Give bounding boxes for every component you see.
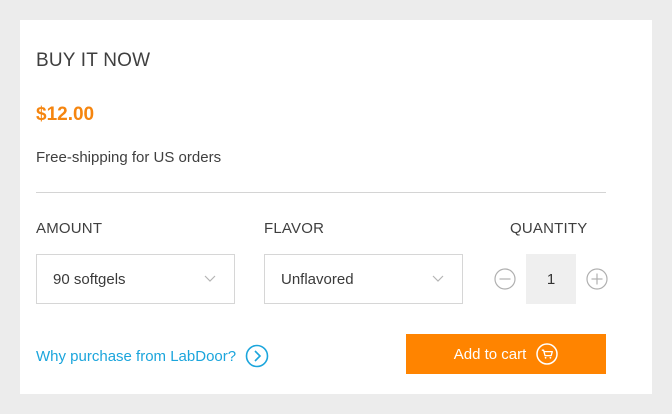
divider xyxy=(36,192,606,193)
why-purchase-link[interactable]: Why purchase from LabDoor? xyxy=(36,344,269,368)
flavor-select-value: Unflavored xyxy=(281,270,354,288)
why-purchase-text: Why purchase from LabDoor? xyxy=(36,347,237,365)
minus-circle-icon[interactable] xyxy=(494,268,516,290)
shipping-note: Free-shipping for US orders xyxy=(36,149,222,166)
amount-select-value: 90 softgels xyxy=(53,270,126,288)
section-title: BUY IT NOW xyxy=(36,50,151,71)
quantity-label: QUANTITY xyxy=(510,220,588,237)
flavor-label: FLAVOR xyxy=(264,220,325,237)
add-to-cart-button[interactable]: Add to cart xyxy=(406,334,606,374)
add-to-cart-label: Add to cart xyxy=(453,345,527,363)
buy-card: BUY IT NOW $12.00 Free-shipping for US o… xyxy=(20,20,652,394)
cart-icon xyxy=(536,343,559,365)
price: $12.00 xyxy=(36,104,95,125)
flavor-select[interactable]: Unflavored xyxy=(264,254,463,304)
chevron-down-icon xyxy=(432,275,444,282)
amount-label: AMOUNT xyxy=(36,220,103,237)
amount-select[interactable]: 90 softgels xyxy=(36,254,235,304)
chevron-down-icon xyxy=(204,275,216,282)
quantity-input[interactable]: 1 xyxy=(526,254,576,304)
plus-circle-icon[interactable] xyxy=(586,268,608,290)
chevron-right-circle-icon xyxy=(245,344,269,368)
